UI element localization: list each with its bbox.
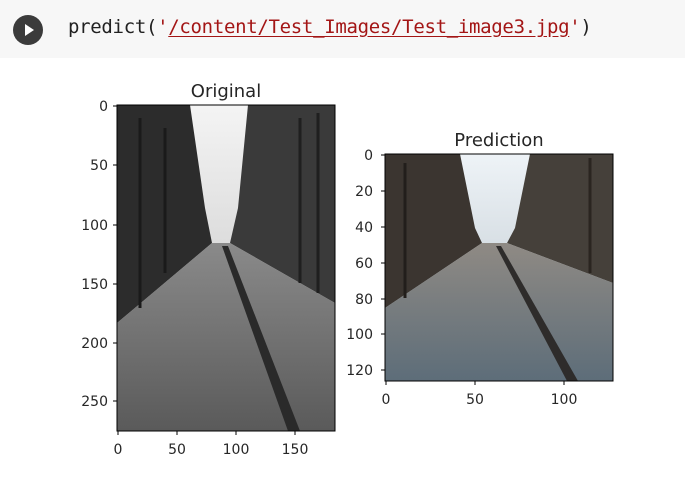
- prediction-ytick: 80: [355, 292, 373, 308]
- original-ytick: 150: [81, 277, 108, 293]
- original-ytick: 50: [90, 158, 108, 174]
- code-function: predict(: [68, 16, 158, 38]
- prediction-y-axis: 0 20 40 60 80 100 120: [346, 148, 385, 379]
- prediction-ytick: 100: [346, 327, 373, 343]
- original-xtick: 50: [168, 442, 186, 458]
- original-ytick: 100: [81, 218, 108, 234]
- original-xtick: 100: [223, 442, 250, 458]
- prediction-xtick: 0: [382, 392, 391, 408]
- original-ytick: 250: [81, 394, 108, 410]
- original-xtick: 150: [282, 442, 309, 458]
- code-string-path: /content/Test_Images/Test_image3.jpg: [168, 16, 570, 38]
- prediction-x-axis: 0 50 100: [382, 381, 578, 408]
- prediction-ytick: 20: [355, 184, 373, 200]
- prediction-image: [384, 153, 614, 382]
- output-figure: Original 0 50 100 150 0 50 100 150 200 2…: [81, 81, 614, 458]
- original-x-axis: 0 50 100 150: [114, 431, 309, 458]
- play-icon: [25, 24, 34, 36]
- code-paren-close: ): [580, 16, 592, 38]
- code-quote-close: ': [569, 16, 581, 38]
- original-y-axis: 0 50 100 150 200 250: [81, 99, 117, 410]
- prediction-ytick: 40: [355, 220, 373, 236]
- code-line[interactable]: predict('/content/Test_Images/Test_image…: [68, 16, 592, 38]
- code-quote-open: ': [157, 16, 169, 38]
- prediction-ytick: 0: [364, 148, 373, 164]
- run-cell-button[interactable]: [13, 15, 43, 45]
- original-image: [116, 104, 336, 432]
- prediction-title: Prediction: [454, 130, 543, 151]
- code-cell-header: predict('/content/Test_Images/Test_image…: [0, 0, 685, 58]
- prediction-ytick: 120: [346, 363, 373, 379]
- original-ytick: 0: [99, 99, 108, 115]
- prediction-ytick: 60: [355, 256, 373, 272]
- original-xtick: 0: [114, 442, 123, 458]
- original-title: Original: [191, 81, 261, 102]
- prediction-xtick: 100: [551, 392, 578, 408]
- original-ytick: 200: [81, 336, 108, 352]
- prediction-xtick: 50: [466, 392, 484, 408]
